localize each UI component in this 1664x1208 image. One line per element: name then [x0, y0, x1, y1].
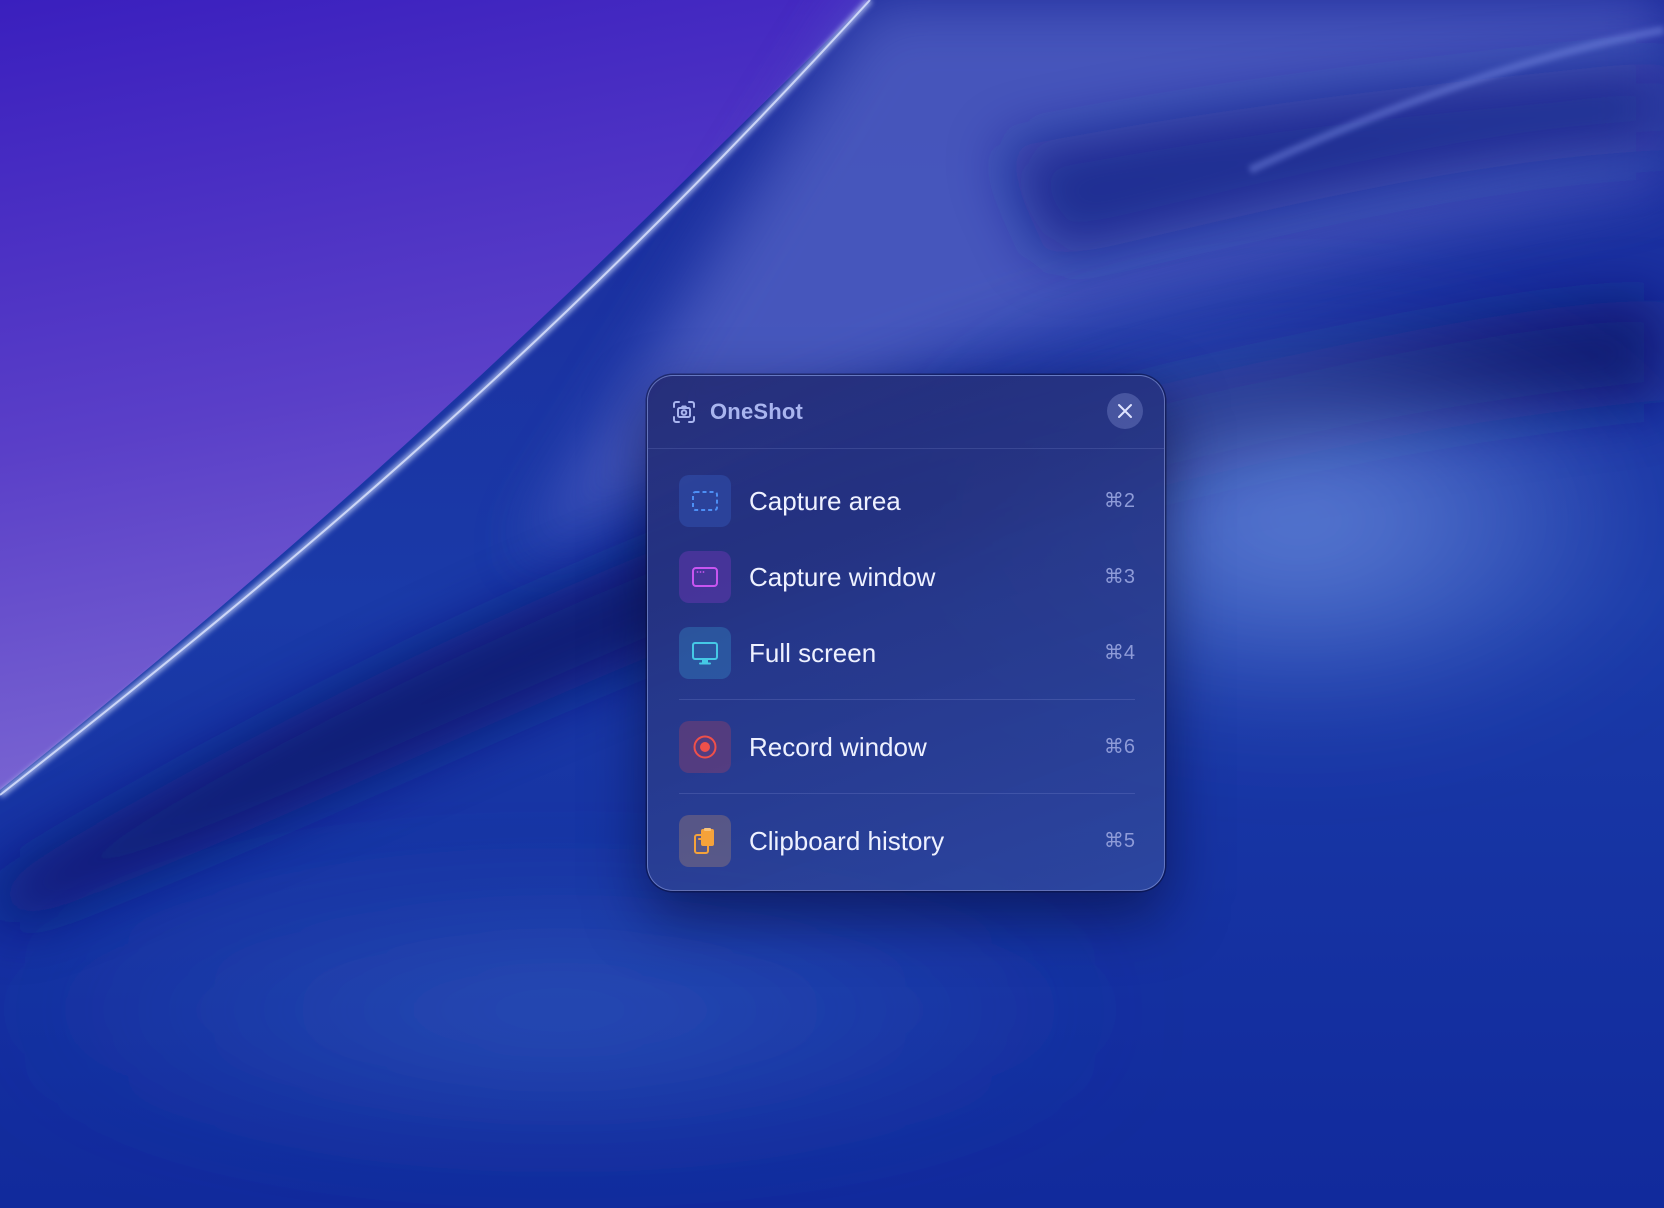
- shortcut-hint: ⌘4: [1103, 642, 1135, 664]
- close-icon: [1118, 404, 1132, 418]
- menu-item-label: Capture window: [749, 562, 936, 592]
- menu-item-label: Record window: [749, 732, 927, 762]
- menu-item-capture-window[interactable]: Capture window ⌘3: [679, 550, 1135, 604]
- menu-item-label: Capture area: [749, 486, 901, 516]
- clipboard-icon: [694, 828, 714, 854]
- screenshot-camera-icon: [672, 400, 696, 424]
- shortcut-hint: ⌘5: [1103, 830, 1135, 852]
- window-icon: [692, 567, 718, 587]
- capture-area-icon-tile: [679, 475, 731, 527]
- shortcut-hint: ⌘3: [1103, 566, 1135, 588]
- shortcut-hint: ⌘6: [1103, 736, 1135, 758]
- oneshot-panel: OneShot Capture area ⌘2 Capture window ⌘…: [647, 375, 1165, 891]
- record-icon: [693, 735, 717, 759]
- close-button[interactable]: [1107, 393, 1143, 429]
- clipboard-history-icon-tile: [679, 815, 731, 867]
- menu-item-label: Clipboard history: [749, 826, 945, 856]
- app-title: OneShot: [710, 399, 804, 424]
- capture-window-icon-tile: [679, 551, 731, 603]
- menu-item-full-screen[interactable]: Full screen ⌘4: [679, 626, 1135, 680]
- dashed-selection-icon: [692, 491, 718, 511]
- divider: [679, 793, 1135, 794]
- panel-header: OneShot: [648, 376, 1164, 449]
- menu-item-record-window[interactable]: Record window ⌘6: [679, 720, 1135, 774]
- monitor-icon: [692, 642, 718, 665]
- menu-item-capture-area[interactable]: Capture area ⌘2: [679, 474, 1135, 528]
- menu-item-label: Full screen: [749, 638, 877, 668]
- menu-item-clipboard-history[interactable]: Clipboard history ⌘5: [679, 814, 1135, 868]
- divider: [679, 699, 1135, 700]
- shortcut-hint: ⌘2: [1103, 490, 1135, 512]
- record-window-icon-tile: [679, 721, 731, 773]
- full-screen-icon-tile: [679, 627, 731, 679]
